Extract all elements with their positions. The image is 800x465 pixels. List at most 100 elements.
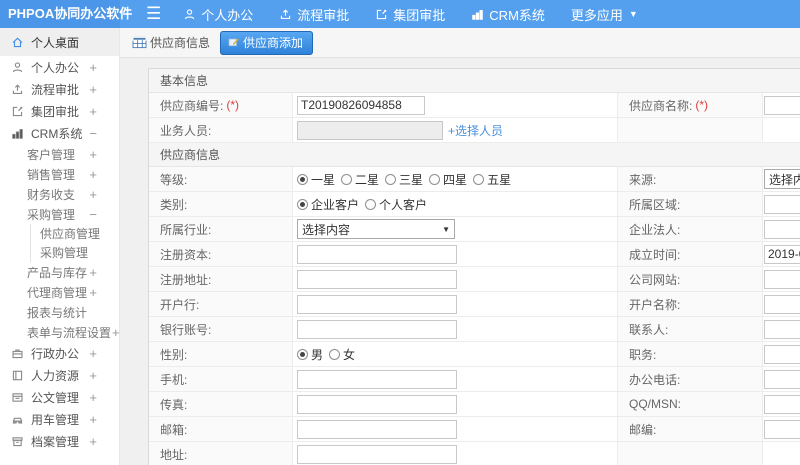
sidebar-item-2[interactable]: 流程审批 + [0, 78, 119, 100]
radio-option[interactable]: 二星 [341, 171, 379, 188]
expand-toggle-icon[interactable]: + [89, 346, 97, 361]
sidebar-item-5[interactable]: 客户管理 + [0, 144, 119, 164]
sidebar-item-17[interactable]: 公文管理 + [0, 386, 119, 408]
value-cell [293, 317, 617, 341]
sidebar-item-9[interactable]: 供应商管理 [30, 224, 119, 243]
radio-label: 五星 [487, 172, 512, 187]
tab-label: 供应商信息 [150, 36, 211, 50]
text-input[interactable] [297, 244, 457, 264]
text-input[interactable] [764, 394, 800, 414]
expand-toggle-icon[interactable]: + [89, 368, 97, 383]
sidebar-item-13[interactable]: 报表与统计 [0, 302, 119, 322]
sidebar-item-7[interactable]: 财务收支 + [0, 184, 119, 204]
text-input[interactable] [297, 120, 443, 140]
radio-option[interactable]: 五星 [473, 171, 511, 188]
top-nav-item-3[interactable]: CRM系统 [471, 5, 545, 24]
sidebar-item-11[interactable]: 产品与库存 + [0, 262, 119, 282]
sidebar-item-12[interactable]: 代理商管理 + [0, 282, 119, 302]
top-nav-item-4[interactable]: 更多应用 ▼ [571, 5, 638, 24]
text-input[interactable] [297, 419, 457, 439]
expand-toggle-icon[interactable]: + [89, 434, 97, 449]
radio-icon [365, 198, 377, 210]
sidebar-item-16[interactable]: 人力资源 + [0, 364, 119, 386]
value-cell [763, 267, 800, 291]
expand-toggle-icon[interactable]: + [89, 285, 97, 300]
text-input[interactable] [297, 369, 457, 389]
text-input[interactable] [297, 394, 457, 414]
expand-toggle-icon[interactable]: + [89, 187, 97, 202]
sidebar-item-15[interactable]: 行政办公 + [0, 342, 119, 364]
menu-icon[interactable]: ☰ [146, 1, 161, 27]
text-input[interactable] [764, 419, 800, 439]
field-label: 邮箱: [160, 422, 188, 437]
sidebar-item-6[interactable]: 销售管理 + [0, 164, 119, 184]
sidebar-item-label: 销售管理 [27, 167, 76, 182]
supplier-form-panel: 基本信息供应商编号:(*)供应商名称:(*)业务人员:+选择人员供应商信息等级:… [148, 68, 800, 465]
text-input[interactable] [297, 269, 457, 289]
radio-label: 一星 [311, 172, 336, 187]
sidebar-item-8[interactable]: 采购管理 − [0, 204, 119, 224]
text-input[interactable] [764, 269, 800, 289]
expand-toggle-icon[interactable]: + [89, 167, 97, 182]
expand-toggle-icon[interactable]: + [112, 325, 119, 340]
expand-toggle-icon[interactable]: − [89, 207, 97, 222]
label-cell: 注册地址: [149, 267, 293, 291]
tab-1[interactable]: 供应商添加 [220, 30, 314, 55]
select-input[interactable]: 选择内容▼ [297, 219, 455, 239]
edit-icon [11, 105, 24, 118]
radio-option[interactable]: 女 [329, 346, 355, 363]
text-input[interactable] [764, 319, 800, 339]
expand-toggle-icon[interactable]: + [89, 412, 97, 427]
section-title: 供应商信息 [160, 148, 221, 162]
top-nav-item-1[interactable]: 流程审批 [279, 5, 349, 24]
text-input[interactable] [297, 319, 457, 339]
text-input[interactable] [764, 344, 800, 364]
sidebar-item-18[interactable]: 用车管理 + [0, 408, 119, 430]
value-cell [293, 292, 617, 316]
sidebar-item-1[interactable]: 个人办公 + [0, 56, 119, 78]
text-input[interactable] [297, 445, 457, 464]
radio-option[interactable]: 企业客户 [297, 196, 359, 213]
expand-toggle-icon[interactable]: + [89, 82, 97, 97]
value-cell [763, 317, 800, 341]
text-input[interactable] [764, 244, 800, 264]
radio-option[interactable]: 个人客户 [365, 196, 427, 213]
radio-option[interactable]: 三星 [385, 171, 423, 188]
text-input[interactable] [764, 95, 800, 115]
top-nav-item-0[interactable]: 个人办公 [183, 5, 253, 24]
sidebar-item-14[interactable]: 表单与流程设置 + [0, 322, 119, 342]
expand-toggle-icon[interactable]: + [89, 390, 97, 405]
car-icon [11, 413, 24, 426]
sidebar-item-10[interactable]: 采购管理 [30, 243, 119, 262]
form-row: 注册资本: 成立时间: [149, 242, 800, 267]
top-nav-item-2[interactable]: 集团审批 [375, 5, 445, 24]
sidebar-item-0[interactable]: 个人桌面 [0, 28, 119, 56]
label-cell: 所属行业: [149, 217, 293, 241]
radio-label: 个人客户 [379, 197, 428, 212]
field-label: 供应商名称: [629, 98, 693, 113]
text-input[interactable] [764, 369, 800, 389]
select-input[interactable]: 选择内容▼ [764, 169, 800, 189]
sidebar-item-label: 采购管理 [27, 207, 76, 222]
tab-0[interactable]: 供应商信息 [132, 34, 210, 51]
expand-toggle-icon[interactable]: + [89, 104, 97, 119]
text-input[interactable] [764, 194, 800, 214]
expand-toggle-icon[interactable]: − [89, 126, 97, 141]
text-input[interactable] [297, 95, 425, 115]
choose-person-link[interactable]: +选择人员 [448, 122, 503, 139]
sidebar-item-4[interactable]: CRM系统 − [0, 122, 119, 144]
sidebar-item-3[interactable]: 集团审批 + [0, 100, 119, 122]
radio-option[interactable]: 男 [297, 346, 323, 363]
sidebar-item-19[interactable]: 档案管理 + [0, 430, 119, 452]
radio-option[interactable]: 一星 [297, 171, 335, 188]
text-input[interactable] [764, 294, 800, 314]
text-input[interactable] [297, 294, 457, 314]
expand-toggle-icon[interactable]: + [89, 147, 97, 162]
expand-toggle-icon[interactable]: + [89, 60, 97, 75]
radio-option[interactable]: 四星 [429, 171, 467, 188]
expand-toggle-icon[interactable]: + [89, 265, 97, 280]
value-cell: 男女 [293, 342, 617, 366]
label-cell: 性别: [149, 342, 293, 366]
text-input[interactable] [764, 219, 800, 239]
field-label: 等级: [160, 172, 188, 187]
